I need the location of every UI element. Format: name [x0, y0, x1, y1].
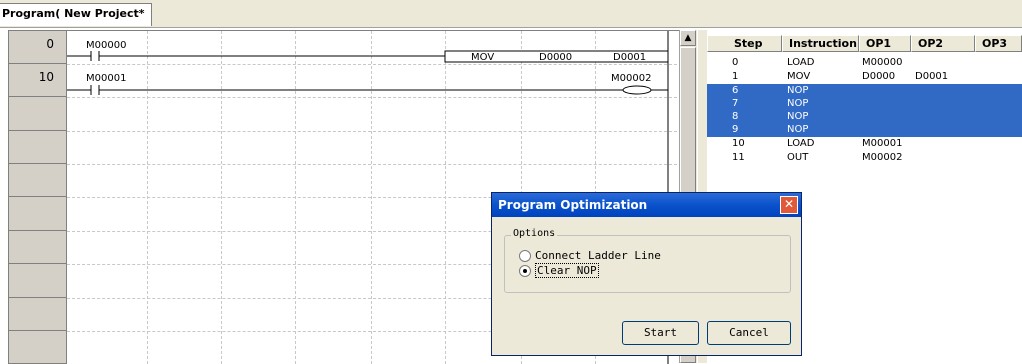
- op1-value: M00002: [862, 152, 903, 163]
- radio-unchecked-icon[interactable]: [519, 250, 531, 262]
- start-button[interactable]: Start: [622, 321, 699, 345]
- tab-program[interactable]: Program( New Project*: [0, 3, 152, 26]
- close-icon[interactable]: ✕: [780, 196, 798, 214]
- instruction-value: MOV: [787, 71, 811, 82]
- list-item[interactable]: 0 LOAD M00000: [707, 56, 1022, 69]
- options-group: Options Connect Ladder Line Clear NOP: [504, 228, 791, 293]
- operand-label: D0000: [539, 52, 573, 63]
- column-header-op1[interactable]: OP1: [859, 35, 911, 52]
- optimization-dialog: Program Optimization ✕ Options Connect L…: [491, 192, 802, 356]
- op2-value: D0001: [915, 71, 949, 82]
- column-header-op2[interactable]: OP2: [911, 35, 975, 52]
- step-value: 11: [732, 152, 745, 163]
- list-item[interactable]: 11 OUT M00002: [707, 151, 1022, 164]
- op1-value: M00000: [862, 57, 903, 68]
- radio-label: Connect Ladder Line: [535, 249, 661, 262]
- op1-value: D0000: [862, 71, 896, 82]
- column-header-instruction[interactable]: Instruction: [782, 35, 859, 52]
- instruction-value: NOP: [787, 98, 809, 109]
- contact-label: M00001: [86, 73, 127, 84]
- instruction-label: MOV: [471, 52, 495, 63]
- instruction-value: LOAD: [787, 57, 815, 68]
- radio-checked-icon[interactable]: [519, 265, 531, 277]
- step-value: 6: [732, 85, 739, 96]
- clear-nop-radio[interactable]: Clear NOP: [519, 263, 599, 278]
- options-group-label: Options: [511, 228, 558, 239]
- list-item[interactable]: 1 MOV D0000 D0001: [707, 70, 1022, 83]
- step-value: 7: [732, 98, 739, 109]
- list-item[interactable]: 8 NOP: [707, 110, 1022, 123]
- list-item[interactable]: 6 NOP: [707, 84, 1022, 97]
- dialog-title: Program Optimization: [498, 198, 648, 212]
- operand-label: D0001: [613, 52, 647, 63]
- dialog-titlebar[interactable]: Program Optimization ✕: [492, 193, 801, 217]
- step-value: 8: [732, 111, 739, 122]
- list-item[interactable]: 7 NOP: [707, 97, 1022, 110]
- column-header-op3[interactable]: OP3: [975, 35, 1022, 52]
- step-value: 1: [732, 71, 739, 82]
- radio-label: Clear NOP: [535, 263, 599, 278]
- column-header-step[interactable]: Step: [707, 35, 782, 52]
- instruction-value: NOP: [787, 111, 809, 122]
- op1-value: M00001: [862, 138, 903, 149]
- step-value: 0: [732, 57, 739, 68]
- instruction-value: LOAD: [787, 138, 815, 149]
- list-item[interactable]: 9 NOP: [707, 123, 1022, 137]
- instruction-value: OUT: [787, 152, 809, 163]
- step-value: 10: [732, 138, 745, 149]
- connect-ladder-line-radio[interactable]: Connect Ladder Line: [519, 249, 661, 262]
- list-item[interactable]: 10 LOAD M00001: [707, 137, 1022, 150]
- coil-label: M00002: [611, 73, 652, 84]
- cancel-button[interactable]: Cancel: [707, 321, 791, 345]
- instruction-value: NOP: [787, 85, 809, 96]
- tab-label: Program( New Project*: [2, 7, 145, 20]
- scroll-up-icon[interactable]: ▲: [680, 30, 696, 46]
- step-value: 9: [732, 124, 739, 135]
- instruction-value: NOP: [787, 124, 809, 135]
- contact-label: M00000: [86, 40, 127, 51]
- tab-bar: Program( New Project*: [0, 0, 1022, 28]
- list-header: Step Instruction OP1 OP2 OP3: [707, 35, 1022, 53]
